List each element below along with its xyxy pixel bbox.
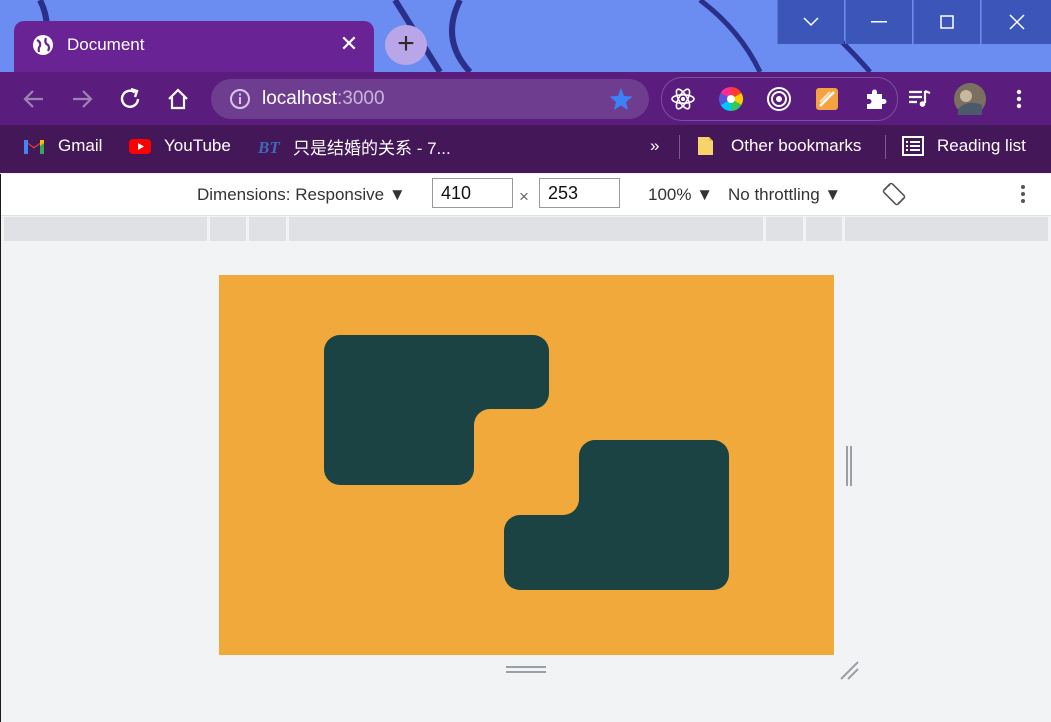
reload-icon[interactable] bbox=[117, 86, 143, 112]
dimensions-label: Dimensions: Responsive bbox=[197, 185, 385, 204]
zoom-label: 100% bbox=[648, 185, 692, 204]
bookmark-label: Gmail bbox=[58, 136, 103, 155]
minimize-icon bbox=[871, 21, 887, 23]
shape-bottom-right bbox=[504, 440, 729, 590]
bookmarks-bar: Gmail YouTube BT 只是结婚的关系 - 7... » Other … bbox=[0, 125, 1051, 173]
more-options-icon[interactable] bbox=[1014, 182, 1032, 206]
svg-text:BT: BT bbox=[257, 138, 280, 157]
dropdown-arrow-icon: ▼ bbox=[824, 185, 842, 204]
times-sign: × bbox=[519, 187, 529, 206]
media-query-segment[interactable] bbox=[4, 217, 207, 241]
tab-close-button[interactable]: ✕ bbox=[338, 33, 360, 55]
bookmarks-overflow-button[interactable]: » bbox=[650, 125, 659, 167]
bookmark-star-icon[interactable] bbox=[608, 86, 634, 112]
media-query-bar[interactable] bbox=[4, 217, 1048, 241]
bookmark-gmail[interactable]: Gmail bbox=[22, 125, 102, 167]
bookmark-label: YouTube bbox=[164, 136, 231, 155]
height-input[interactable] bbox=[539, 178, 620, 208]
other-bookmarks-label: Other bookmarks bbox=[731, 136, 862, 155]
maximize-button[interactable] bbox=[913, 0, 980, 44]
color-picker-icon[interactable] bbox=[718, 86, 744, 112]
resize-corner-icon[interactable] bbox=[838, 659, 860, 681]
reading-list-label: Reading list bbox=[937, 136, 1026, 155]
globe-icon bbox=[33, 35, 53, 55]
divider bbox=[679, 135, 680, 159]
reading-list-icon bbox=[902, 136, 924, 156]
width-input[interactable] bbox=[432, 178, 513, 208]
forward-arrow-icon[interactable] bbox=[69, 86, 95, 112]
url-port: :3000 bbox=[337, 88, 385, 109]
reading-list-button[interactable]: Reading list bbox=[901, 125, 1026, 167]
dropdown-arrow-icon: ▼ bbox=[696, 185, 714, 204]
menu-kebab-icon[interactable] bbox=[1006, 86, 1032, 112]
bookmark-bt-site[interactable]: BT 只是结婚的关系 - 7... bbox=[257, 125, 451, 167]
home-icon[interactable] bbox=[165, 86, 191, 112]
device-toolbar: Dimensions: Responsive ▼ × 100% ▼ No thr… bbox=[0, 174, 1051, 216]
media-query-segment[interactable] bbox=[249, 217, 286, 241]
throttling-dropdown[interactable]: No throttling ▼ bbox=[728, 185, 841, 205]
address-bar[interactable]: localhost:3000 bbox=[211, 79, 649, 119]
page-canvas bbox=[324, 335, 729, 590]
media-control-icon[interactable] bbox=[906, 86, 932, 112]
dropdown-arrow-icon: ▼ bbox=[388, 185, 406, 204]
shape-top-left bbox=[324, 335, 549, 485]
folder-icon bbox=[698, 137, 713, 155]
bookmark-label: 只是结婚的关系 - 7... bbox=[293, 138, 451, 158]
youtube-icon bbox=[129, 139, 151, 154]
media-query-segment[interactable] bbox=[289, 217, 763, 241]
notes-extension-icon[interactable] bbox=[814, 86, 840, 112]
bookmark-youtube[interactable]: YouTube bbox=[128, 125, 231, 167]
info-icon[interactable] bbox=[229, 88, 251, 110]
media-query-segment[interactable] bbox=[845, 217, 1048, 241]
puzzle-extensions-icon[interactable] bbox=[862, 86, 888, 112]
url-text[interactable]: localhost:3000 bbox=[262, 88, 385, 110]
bt-site-icon: BT bbox=[257, 138, 280, 157]
media-query-segment[interactable] bbox=[766, 217, 803, 241]
zoom-dropdown[interactable]: 100% ▼ bbox=[648, 185, 713, 205]
new-tab-button[interactable]: + bbox=[385, 25, 427, 65]
overflow-chevron-icon: » bbox=[650, 136, 660, 155]
close-window-button[interactable] bbox=[981, 0, 1051, 44]
tab-title: Document bbox=[67, 35, 145, 54]
dimensions-dropdown[interactable]: Dimensions: Responsive ▼ bbox=[197, 185, 406, 205]
throttling-label: No throttling bbox=[728, 185, 820, 204]
close-icon bbox=[1009, 14, 1025, 30]
rotate-icon[interactable] bbox=[882, 182, 906, 206]
minimize-button[interactable] bbox=[845, 0, 912, 44]
maximize-icon bbox=[940, 15, 954, 29]
media-query-segment[interactable] bbox=[806, 217, 842, 241]
profile-avatar[interactable] bbox=[954, 83, 986, 115]
tab-search-button[interactable] bbox=[777, 0, 844, 44]
emulated-viewport bbox=[219, 275, 834, 655]
gmail-icon bbox=[24, 140, 44, 154]
other-bookmarks-folder[interactable]: Other bookmarks bbox=[695, 125, 861, 167]
divider bbox=[885, 135, 886, 159]
window-edge bbox=[0, 174, 1, 722]
resize-handle-horizontal-icon[interactable] bbox=[506, 665, 546, 674]
target-extension-icon[interactable] bbox=[766, 86, 792, 112]
back-arrow-icon[interactable] bbox=[21, 86, 47, 112]
media-query-segment[interactable] bbox=[210, 217, 246, 241]
url-host: localhost bbox=[262, 88, 337, 109]
resize-handle-vertical-icon[interactable] bbox=[845, 446, 853, 486]
chevron-down-icon bbox=[803, 17, 819, 27]
browser-tab[interactable]: Document ✕ bbox=[14, 21, 374, 73]
react-devtools-icon[interactable] bbox=[670, 86, 696, 112]
